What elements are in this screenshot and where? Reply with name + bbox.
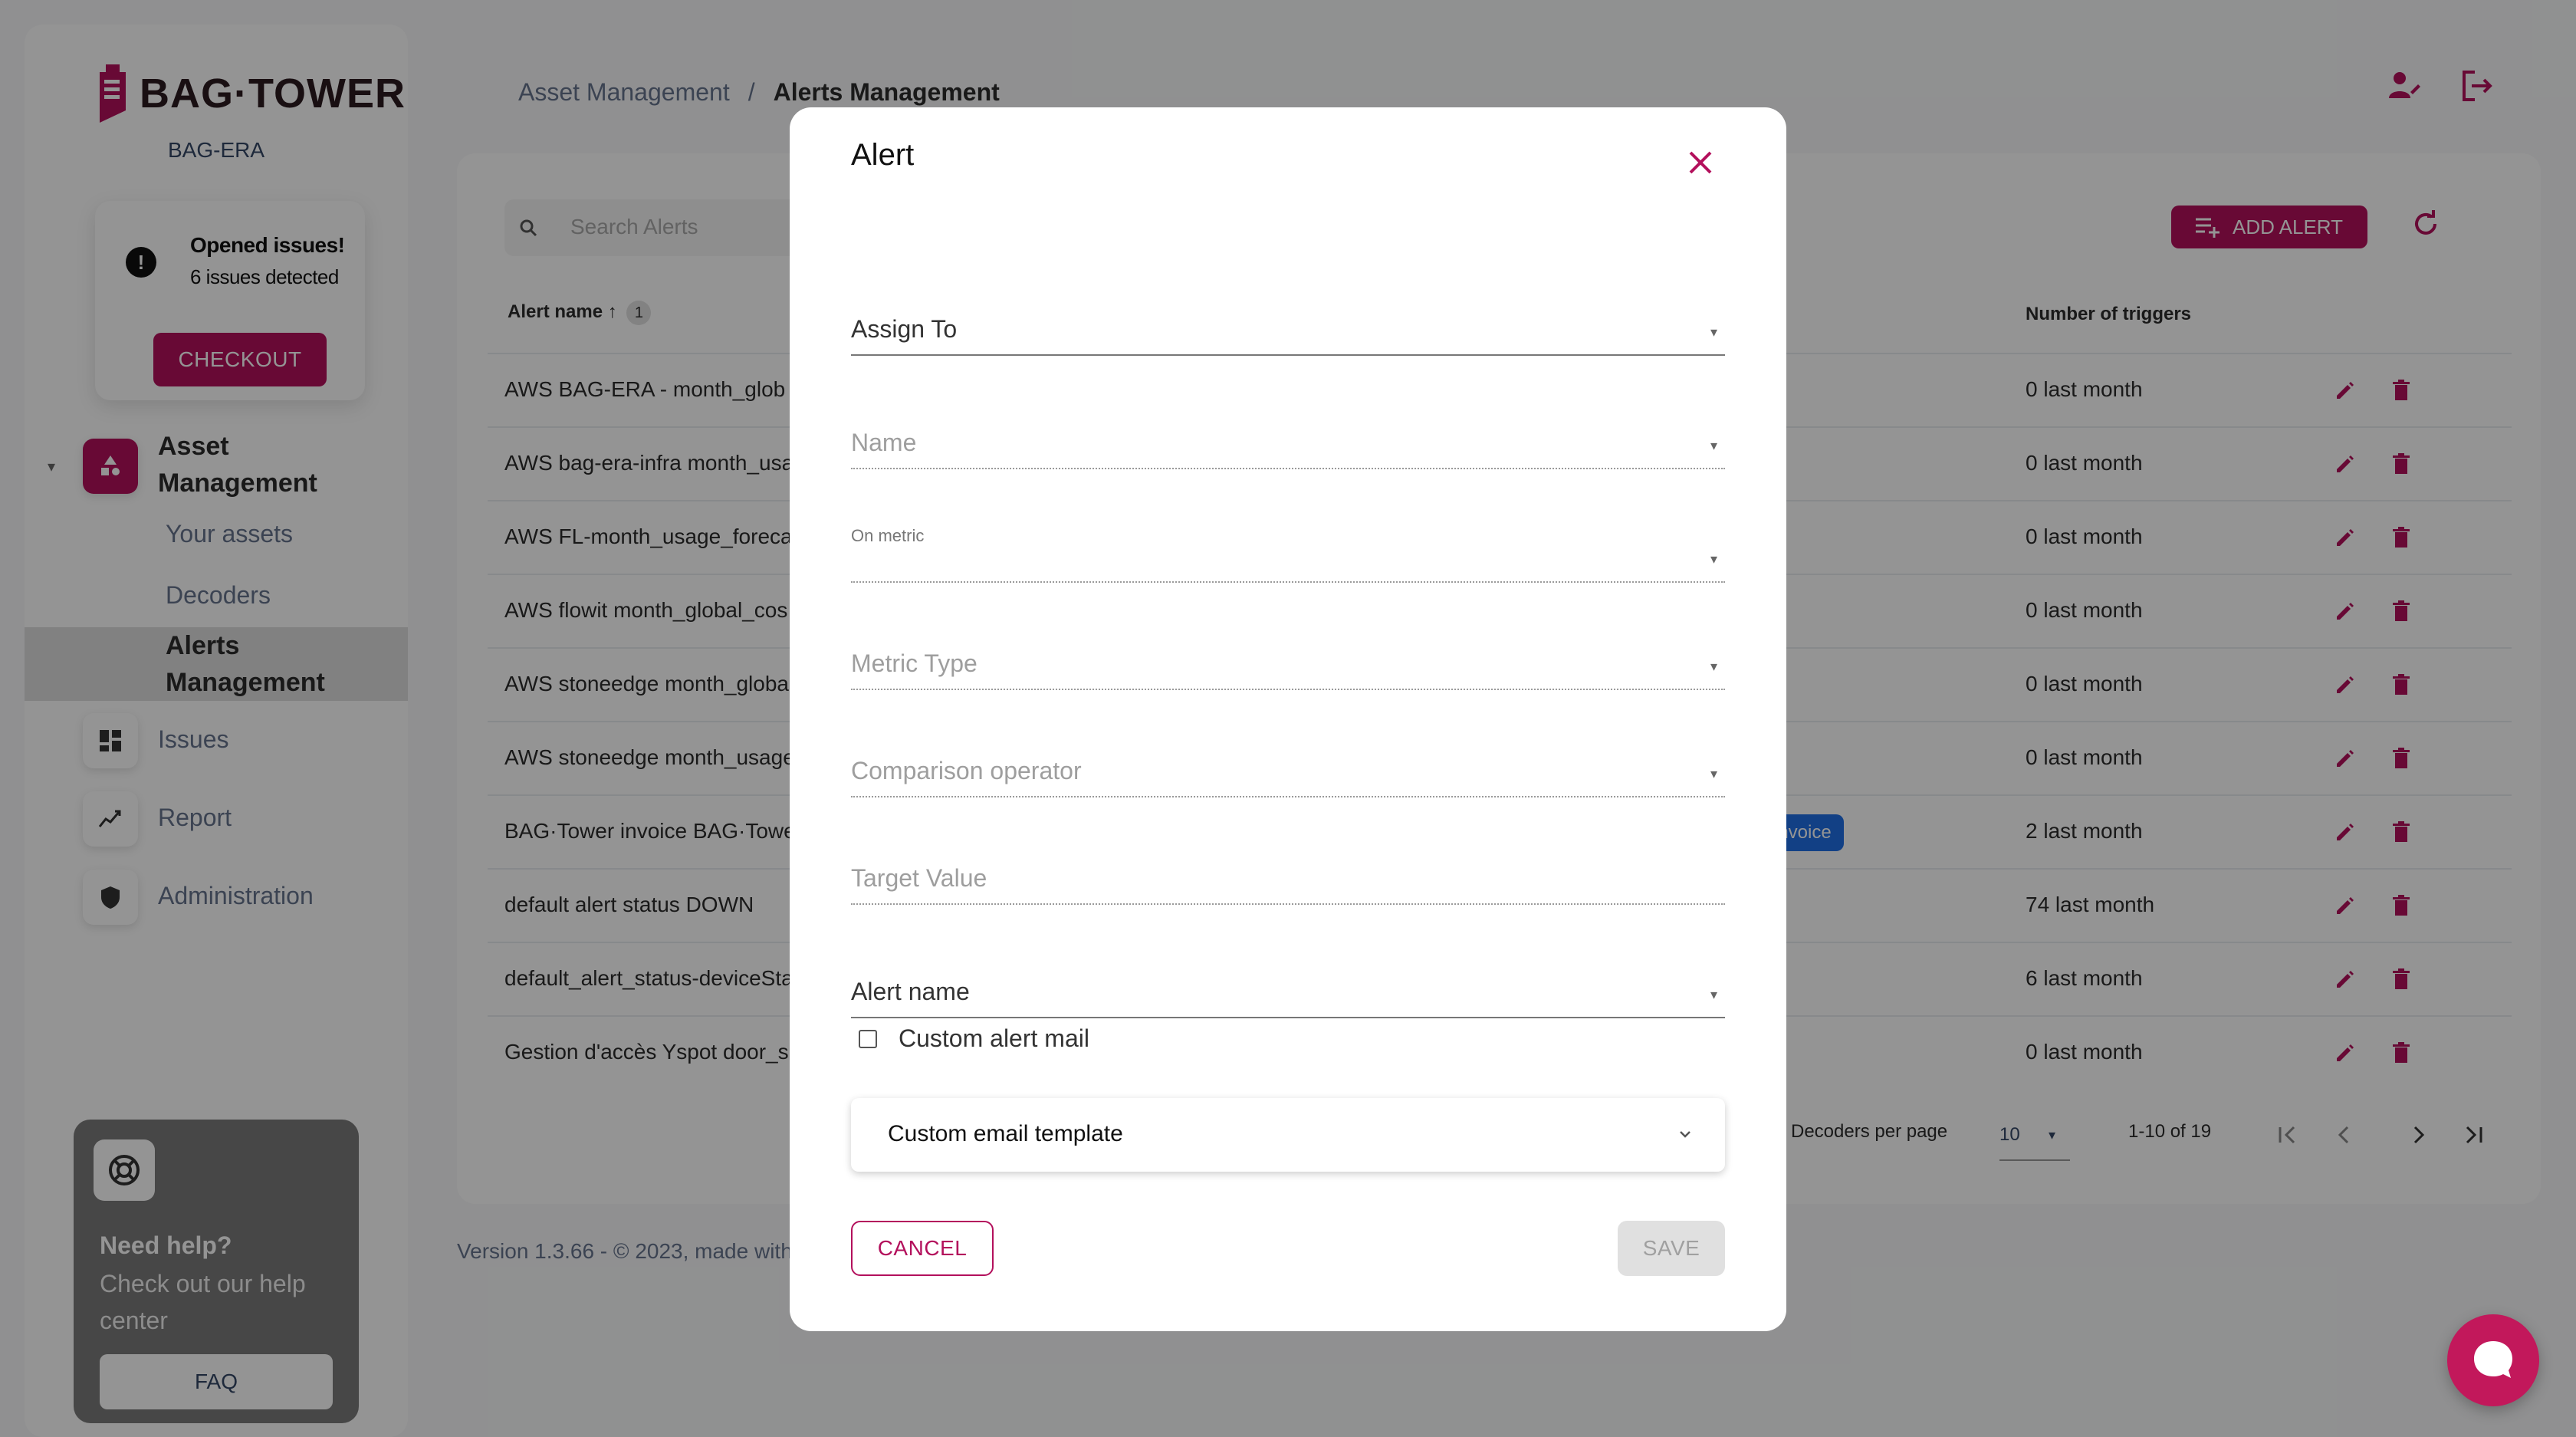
chat-button[interactable] [2447, 1314, 2539, 1406]
chevron-down-icon [1680, 1131, 1691, 1138]
chat-icon [2474, 1341, 2512, 1378]
target-value-label: Target Value [851, 864, 987, 892]
field-underline [851, 581, 1725, 583]
save-button[interactable]: SAVE [1618, 1221, 1725, 1276]
metric-type-select[interactable]: Metric Type ▾ [851, 633, 1725, 690]
assign-to-select[interactable]: Assign To ▾ [851, 299, 1725, 356]
caret-down-icon: ▾ [1710, 551, 1717, 567]
metric-type-label: Metric Type [851, 649, 978, 677]
caret-down-icon: ▾ [1710, 324, 1717, 340]
on-metric-select[interactable]: On metric ▾ [851, 526, 1725, 583]
email-template-select[interactable]: Custom email template [851, 1098, 1725, 1172]
on-metric-label: On metric [851, 526, 925, 545]
alert-name-label: Alert name [851, 978, 970, 1005]
caret-down-icon: ▾ [1710, 438, 1717, 453]
custom-mail-checkbox[interactable] [859, 1029, 877, 1048]
comparison-operator-select[interactable]: Comparison operator ▾ [851, 741, 1725, 797]
name-select[interactable]: Name ▾ [851, 413, 1725, 469]
dialog-title: Alert [851, 138, 915, 172]
field-underline [851, 468, 1725, 469]
close-icon[interactable] [1679, 141, 1722, 184]
field-underline [851, 903, 1725, 905]
custom-mail-toggle[interactable]: Custom alert mail [859, 1024, 1089, 1053]
field-underline [851, 689, 1725, 690]
caret-down-icon: ▾ [1710, 987, 1717, 1002]
field-underline [851, 796, 1725, 797]
page: BAG·TOWER BAG-ERA ! Opened issues! 6 iss… [0, 0, 2576, 1437]
custom-mail-label: Custom alert mail [899, 1024, 1089, 1052]
name-label: Name [851, 429, 917, 456]
comparison-operator-label: Comparison operator [851, 757, 1082, 784]
caret-down-icon: ▾ [1710, 766, 1717, 781]
alert-dialog: Alert Assign To ▾ Name ▾ On metric ▾ Met… [790, 107, 1786, 1331]
field-underline [851, 354, 1725, 356]
email-template-label: Custom email template [888, 1121, 1123, 1146]
assign-to-label: Assign To [851, 315, 958, 343]
field-underline [851, 1017, 1725, 1018]
cancel-button[interactable]: CANCEL [851, 1221, 994, 1276]
alert-name-select[interactable]: Alert name ▾ [851, 962, 1725, 1018]
target-value-input[interactable]: Target Value [851, 848, 1725, 905]
caret-down-icon: ▾ [1710, 659, 1717, 674]
